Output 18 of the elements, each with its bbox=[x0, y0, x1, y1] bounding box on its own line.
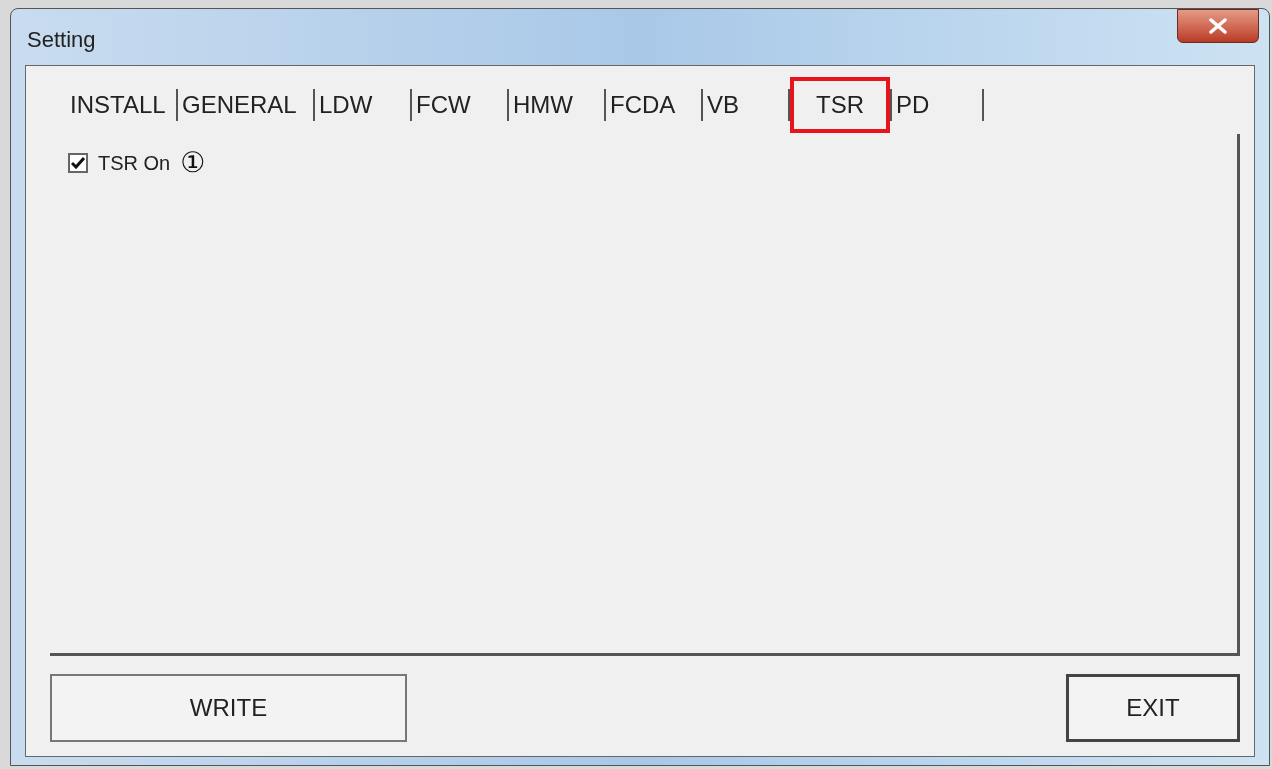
tab[interactable]: FCW bbox=[412, 77, 507, 133]
close-button[interactable] bbox=[1177, 9, 1259, 43]
checkbox-label: TSR On bbox=[98, 151, 171, 176]
action-button[interactable]: EXIT bbox=[1066, 674, 1240, 742]
annotation-number: ① bbox=[180, 145, 206, 181]
tab[interactable]: TSR bbox=[790, 77, 890, 133]
tab[interactable]: LDW bbox=[315, 77, 410, 133]
tab[interactable]: PD bbox=[892, 77, 982, 133]
tab[interactable]: VB bbox=[703, 77, 788, 133]
tab[interactable]: FCDA bbox=[606, 77, 701, 133]
checkbox[interactable] bbox=[68, 153, 88, 173]
tab[interactable]: HMW bbox=[509, 77, 604, 133]
window-title: Setting bbox=[27, 26, 96, 54]
tab[interactable]: GENERAL bbox=[178, 77, 313, 133]
close-icon bbox=[1209, 18, 1227, 34]
check-icon bbox=[71, 157, 85, 169]
action-button[interactable]: WRITE bbox=[50, 674, 407, 742]
tab[interactable]: INSTALL bbox=[66, 77, 176, 133]
